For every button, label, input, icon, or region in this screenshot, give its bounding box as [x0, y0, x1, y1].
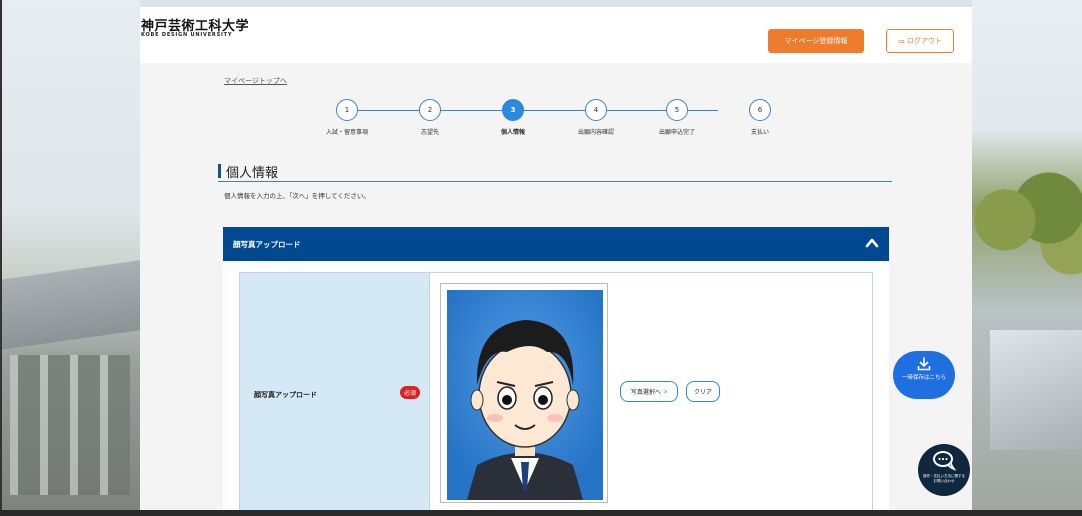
stepper-line	[358, 110, 718, 111]
chevron-up-icon[interactable]	[865, 236, 879, 250]
university-logo-english: KOBE DESIGN UNIVERSITY	[141, 32, 233, 38]
main-panel: 神戸芸術工科大学 KOBE DESIGN UNIVERSITY マイページ登録情…	[140, 7, 972, 510]
photo-upload-field-label: 顔写真アップロード	[254, 391, 317, 399]
chat-inquiry-label: 操作・支払い方法に関するお問い合わせ	[923, 474, 965, 483]
chat-inquiry-button[interactable]: 操作・支払い方法に関するお問い合わせ	[918, 444, 970, 496]
select-photo-label: 写真選択へ	[630, 389, 661, 396]
step-5-label: 出願申込完了	[658, 129, 695, 136]
chat-bubble-icon	[933, 451, 956, 471]
background-building	[990, 330, 1082, 450]
step-5: 5	[666, 99, 688, 121]
select-photo-button[interactable]: 写真選択へ ›	[620, 381, 678, 402]
logout-icon: ⇨	[898, 36, 905, 46]
clear-photo-button[interactable]: クリア	[686, 381, 720, 402]
photo-upload-header-title: 顔写真アップロード	[233, 240, 301, 249]
section-heading-bar	[218, 164, 221, 178]
background-photo-left	[0, 0, 140, 516]
section-heading-text: 個人情報	[226, 166, 279, 181]
bottom-border	[0, 510, 1082, 516]
background-pillars	[10, 355, 130, 495]
step-2: 2	[419, 99, 441, 121]
step-2-label: 志望先	[420, 129, 439, 136]
face-photo-preview	[447, 290, 603, 500]
mypage-info-button[interactable]: マイページ登録情報	[768, 29, 864, 53]
step-4: 4	[585, 99, 607, 121]
photo-upload-label-cell: 顔写真アップロード 必須	[240, 273, 430, 510]
instruction-text: 個人情報を入力の上、「次へ」を押してください。	[224, 192, 370, 200]
logout-label: ログアウト	[906, 37, 942, 45]
required-badge: 必須	[400, 386, 421, 399]
step-3: 3	[502, 99, 524, 121]
temporary-save-label: 一時保存はこちら	[901, 375, 946, 381]
photo-upload-section: 顔写真アップロード 顔写真アップロード 必須 写真選択へ › クリア	[223, 227, 889, 510]
section-heading: 個人情報	[218, 162, 892, 182]
step-1: 1	[336, 99, 358, 121]
window-edge	[0, 0, 2, 516]
step-1-label: 入試・留意事項	[325, 129, 368, 136]
background-photo-right	[972, 0, 1082, 516]
step-6: 6	[749, 99, 771, 121]
step-6-label: 支払い	[750, 129, 769, 136]
background-roof	[0, 260, 140, 350]
mypage-top-link[interactable]: マイページトップへ	[224, 76, 287, 86]
download-icon	[917, 357, 931, 371]
logout-button[interactable]: ⇨ ログアウト	[886, 29, 954, 53]
photo-upload-accordion-header[interactable]: 顔写真アップロード	[223, 227, 889, 261]
temporary-save-button[interactable]: 一時保存はこちら	[893, 351, 955, 399]
photo-preview-frame	[440, 283, 608, 503]
background-trees	[972, 160, 1082, 280]
step-3-label: 個人情報	[500, 129, 525, 136]
progress-stepper: 1 入試・留意事項 2 志望先 3 個人情報 4 出願内容確認 5 出願申込完了…	[140, 91, 972, 141]
site-header: 神戸芸術工科大学 KOBE DESIGN UNIVERSITY マイページ登録情…	[140, 7, 972, 63]
step-4-label: 出願内容確認	[577, 129, 614, 136]
chevron-right-icon: ›	[663, 387, 668, 396]
photo-upload-form-row: 顔写真アップロード 必須 写真選択へ › クリア	[239, 272, 873, 510]
